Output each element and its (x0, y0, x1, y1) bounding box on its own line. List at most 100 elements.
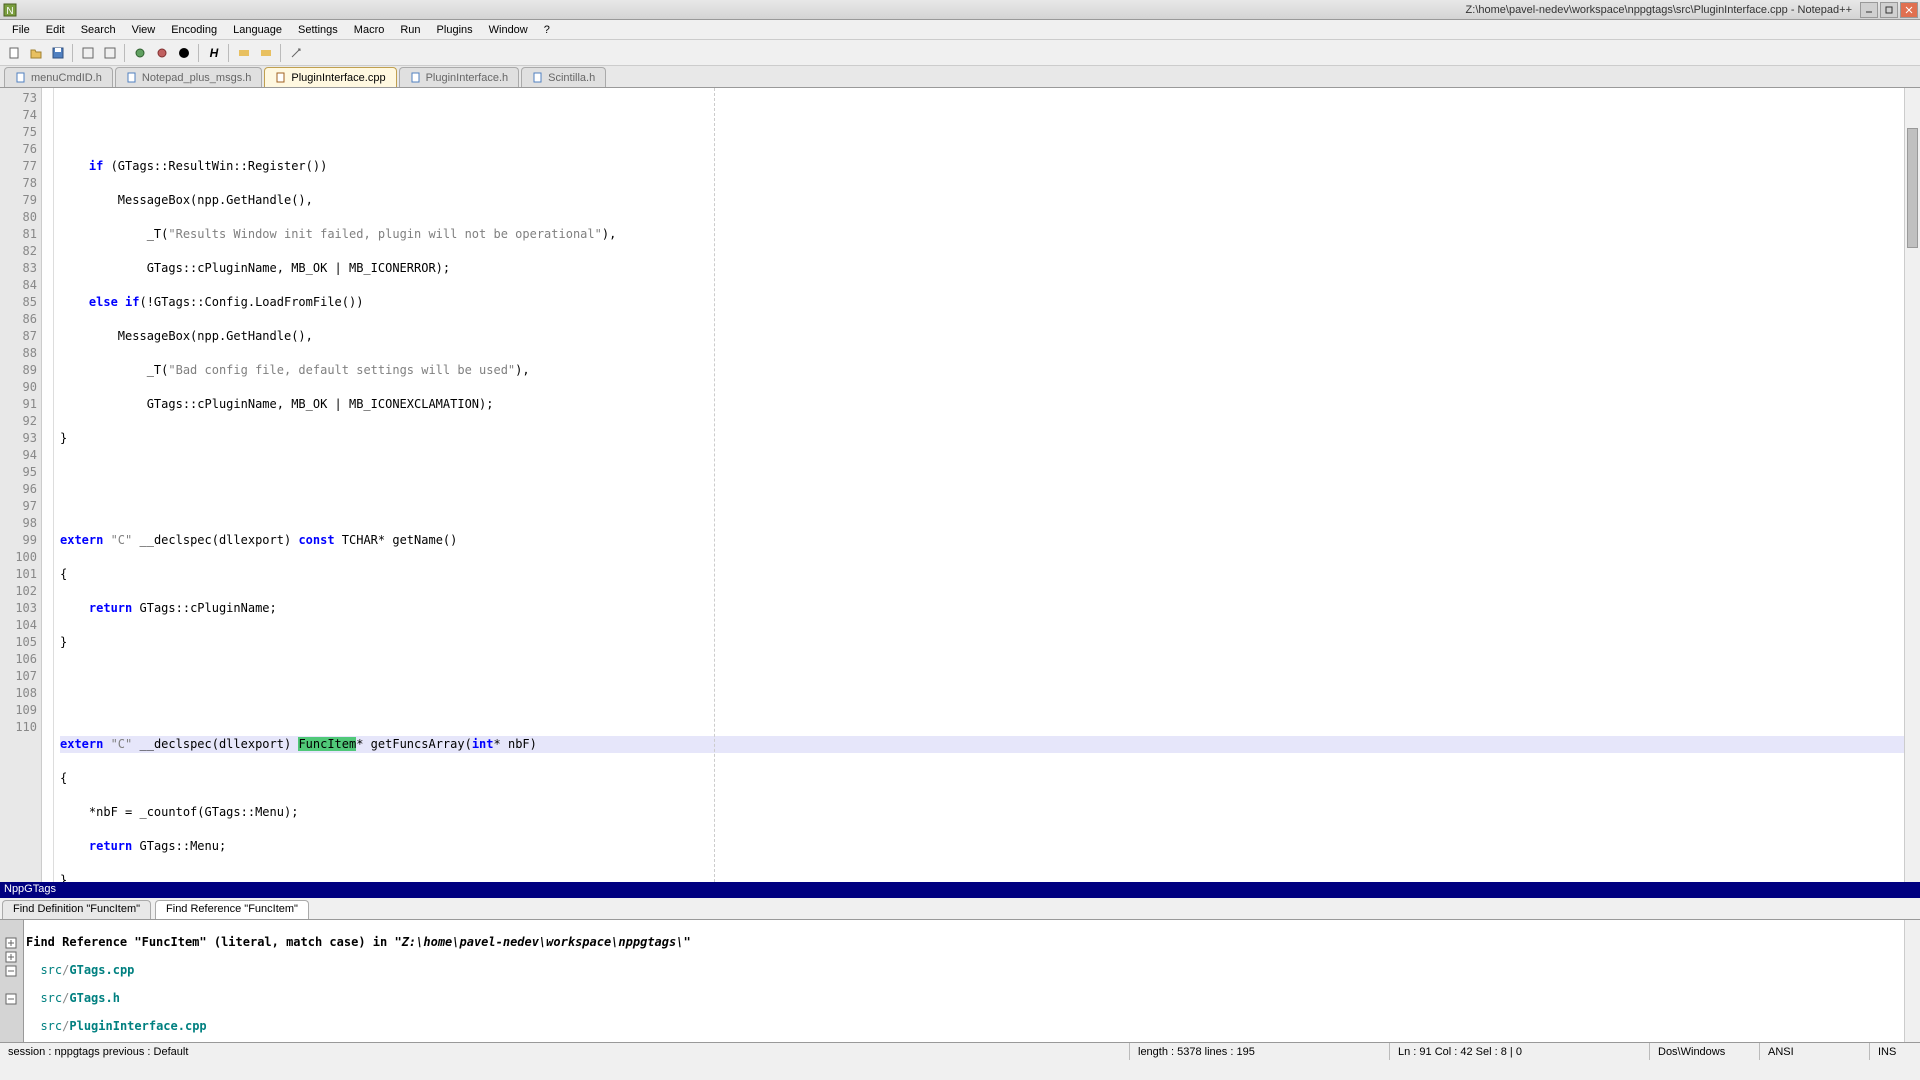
menu-help[interactable]: ? (536, 22, 558, 38)
file-icon (275, 72, 287, 84)
tab-menucmdid[interactable]: menuCmdID.h (4, 67, 113, 87)
fold-margin[interactable] (42, 88, 54, 882)
code-line: _T("Results Window init failed, plugin w… (60, 226, 1904, 243)
line-number: 89 (0, 362, 37, 379)
new-file-icon[interactable] (4, 43, 24, 63)
tool-icon[interactable] (256, 43, 276, 63)
line-number: 96 (0, 481, 37, 498)
tool-icon[interactable] (234, 43, 254, 63)
code-line: } (60, 634, 1904, 651)
status-encoding: ANSI (1760, 1043, 1870, 1060)
search-tab-definition[interactable]: Find Definition "FuncItem" (2, 900, 151, 919)
results-file[interactable]: src/PluginInterface.cpp (26, 1019, 1902, 1033)
line-number: 86 (0, 311, 37, 328)
toolbar-separator (72, 44, 74, 62)
window-controls (1860, 2, 1918, 18)
tab-label: Scintilla.h (548, 72, 595, 84)
maximize-button[interactable] (1880, 2, 1898, 18)
code-line: GTags::cPluginName, MB_OK | MB_ICONERROR… (60, 260, 1904, 277)
code-line (60, 702, 1904, 719)
tool-icon[interactable] (152, 43, 172, 63)
line-number: 87 (0, 328, 37, 345)
menu-window[interactable]: Window (481, 22, 536, 38)
document-tabs: menuCmdID.h Notepad_plus_msgs.h PluginIn… (0, 66, 1920, 88)
app-icon: N (2, 2, 18, 18)
results-file[interactable]: src/GTags.h (26, 991, 1902, 1005)
results-header: Find Reference "FuncItem" (literal, matc… (26, 935, 1902, 949)
line-number: 97 (0, 498, 37, 515)
scrollbar-thumb[interactable] (1907, 128, 1918, 248)
tool-icon[interactable] (78, 43, 98, 63)
code-line: return GTags::Menu; (60, 838, 1904, 855)
menu-view[interactable]: View (124, 22, 164, 38)
toolbar-separator (198, 44, 200, 62)
tool-icon[interactable] (286, 43, 306, 63)
line-number: 77 (0, 158, 37, 175)
code-editor[interactable]: if (GTags::ResultWin::Register()) Messag… (54, 88, 1904, 882)
menu-edit[interactable]: Edit (38, 22, 73, 38)
menu-search[interactable]: Search (73, 22, 124, 38)
menu-plugins[interactable]: Plugins (429, 22, 481, 38)
line-number: 91 (0, 396, 37, 413)
line-number: 99 (0, 532, 37, 549)
tab-plugininterface-cpp[interactable]: PluginInterface.cpp (264, 67, 396, 87)
menu-settings[interactable]: Settings (290, 22, 346, 38)
menu-language[interactable]: Language (225, 22, 290, 38)
tool-icon[interactable] (130, 43, 150, 63)
tab-label: Notepad_plus_msgs.h (142, 72, 251, 84)
menu-encoding[interactable]: Encoding (163, 22, 225, 38)
results-tree-margin[interactable] (0, 920, 24, 1042)
menu-macro[interactable]: Macro (346, 22, 393, 38)
line-number: 74 (0, 107, 37, 124)
tab-label: PluginInterface.cpp (291, 72, 385, 84)
line-number: 83 (0, 260, 37, 277)
close-button[interactable] (1900, 2, 1918, 18)
line-number: 88 (0, 345, 37, 362)
panel-title-nppgtags: NppGTags (0, 882, 1920, 898)
code-line: *nbF = _countof(GTags::Menu); (60, 804, 1904, 821)
code-line (60, 668, 1904, 685)
code-line: { (60, 566, 1904, 583)
line-number: 85 (0, 294, 37, 311)
line-number: 108 (0, 685, 37, 702)
line-number: 73 (0, 90, 37, 107)
status-eol: Dos\Windows (1650, 1043, 1760, 1060)
code-line: MessageBox(npp.GetHandle(), (60, 192, 1904, 209)
code-line: extern "C" __declspec(dllexport) const T… (60, 532, 1904, 549)
svg-text:N: N (6, 6, 13, 17)
open-file-icon[interactable] (26, 43, 46, 63)
code-line: GTags::cPluginName, MB_OK | MB_ICONEXCLA… (60, 396, 1904, 413)
toolbar: H (0, 40, 1920, 66)
search-results-content[interactable]: Find Reference "FuncItem" (literal, matc… (24, 920, 1904, 1042)
code-line: } (60, 872, 1904, 882)
minimize-button[interactable] (1860, 2, 1878, 18)
line-number: 93 (0, 430, 37, 447)
line-number: 76 (0, 141, 37, 158)
line-number: 100 (0, 549, 37, 566)
tab-notepad-plus-msgs[interactable]: Notepad_plus_msgs.h (115, 67, 262, 87)
tab-scintilla[interactable]: Scintilla.h (521, 67, 606, 87)
toolbar-separator (124, 44, 126, 62)
line-number: 92 (0, 413, 37, 430)
results-file[interactable]: src/GTags.cpp (26, 963, 1902, 977)
search-tab-reference[interactable]: Find Reference "FuncItem" (155, 900, 309, 919)
code-line (60, 124, 1904, 141)
code-line (60, 498, 1904, 515)
tab-label: menuCmdID.h (31, 72, 102, 84)
save-file-icon[interactable] (48, 43, 68, 63)
toolbar-separator (228, 44, 230, 62)
menu-run[interactable]: Run (392, 22, 428, 38)
h-icon[interactable]: H (204, 43, 224, 63)
line-number: 75 (0, 124, 37, 141)
tab-plugininterface-h[interactable]: PluginInterface.h (399, 67, 520, 87)
line-number: 107 (0, 668, 37, 685)
tool-icon[interactable] (100, 43, 120, 63)
menubar: File Edit Search View Encoding Language … (0, 20, 1920, 40)
status-position: Ln : 91 Col : 42 Sel : 8 | 0 (1390, 1043, 1650, 1060)
vertical-scrollbar[interactable] (1904, 88, 1920, 882)
line-number: 98 (0, 515, 37, 532)
line-number: 81 (0, 226, 37, 243)
menu-file[interactable]: File (4, 22, 38, 38)
results-scrollbar[interactable] (1904, 920, 1920, 1042)
record-icon[interactable] (174, 43, 194, 63)
